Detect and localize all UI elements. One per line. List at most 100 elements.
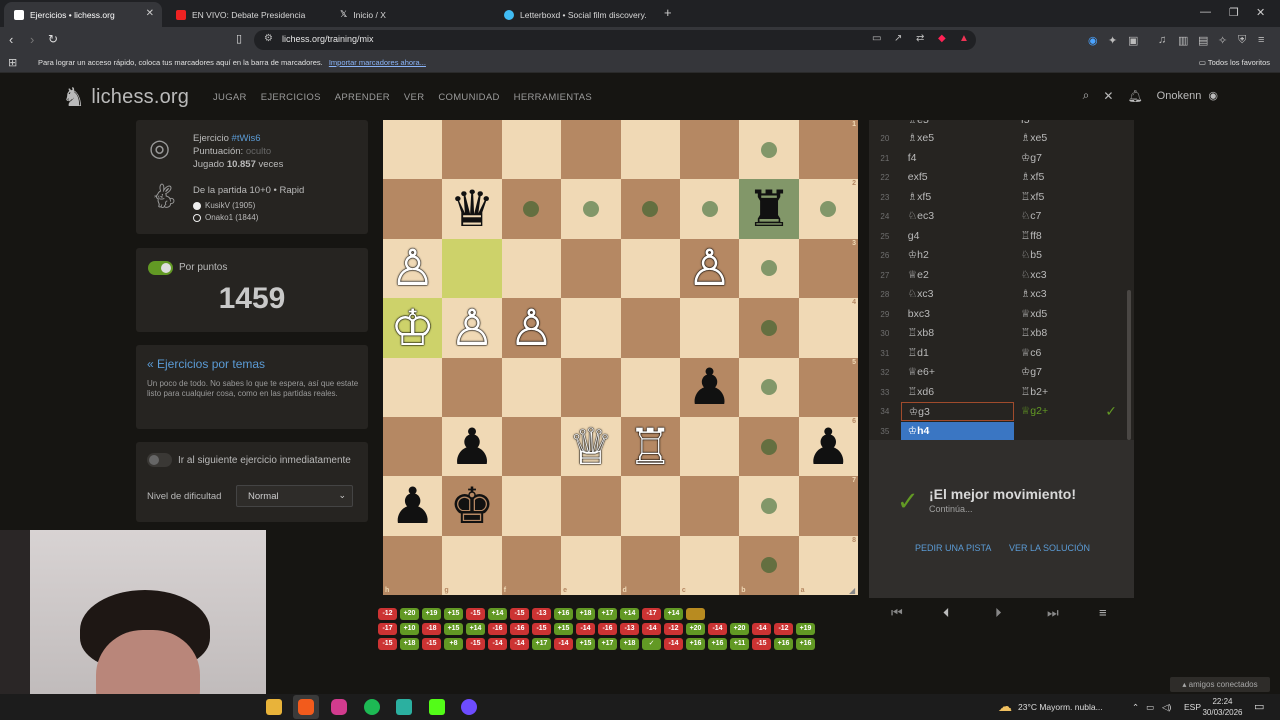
move-destination-dot[interactable] — [760, 379, 777, 396]
white-move[interactable]: f4 — [901, 149, 1014, 168]
square-c1[interactable] — [679, 120, 740, 180]
move-destination-dot[interactable] — [582, 201, 599, 218]
history-chip[interactable]: +19 — [796, 623, 815, 635]
square-c8[interactable]: c — [679, 535, 740, 595]
cast-icon[interactable]: ▭ — [872, 33, 881, 44]
reload-icon[interactable]: ↻ — [48, 32, 58, 46]
square-h5[interactable] — [383, 357, 443, 417]
black-move[interactable]: ♗xc3 — [1014, 285, 1127, 304]
white-move[interactable]: ♖xb8 — [901, 324, 1014, 343]
square-d2[interactable] — [620, 179, 680, 239]
omnibox[interactable]: ⚙ lichess.org/training/mix ▭ ↗ ⇄ ◆ ▲ — [254, 30, 976, 50]
puzzle-id-link[interactable]: #tWis6 — [232, 133, 261, 144]
screenshot-icon[interactable]: ▣ — [1128, 34, 1138, 47]
square-d3[interactable] — [620, 238, 680, 299]
white-pawn-icon[interactable]: ♙ — [390, 243, 435, 293]
white-king-icon[interactable]: ♔ — [390, 303, 435, 353]
white-move[interactable]: ♗xf5 — [901, 188, 1014, 207]
history-chip[interactable]: -14 — [708, 623, 727, 635]
history-chip[interactable]: ✓ — [642, 638, 661, 650]
hamburger-menu-icon[interactable]: ≡ — [1099, 605, 1107, 620]
history-chip[interactable]: -14 — [510, 638, 529, 650]
friends-online[interactable]: ▴ amigos conectados — [1170, 677, 1270, 692]
spotify-icon[interactable] — [364, 699, 380, 715]
app-icon[interactable] — [461, 699, 477, 715]
history-chip[interactable]: -14 — [576, 623, 595, 635]
chess-board[interactable]: 1 ♛ ♜ 2 ♙ ♙ 3 ♔ ♙ ♙ 4 ♟ 5 ♟ ♕ ♖ ♟ 6 ♟ ♚ 7 h g f e d c b 8 a — [383, 120, 858, 595]
white-move[interactable]: ♘ec3 — [901, 207, 1014, 226]
square-b5[interactable] — [739, 357, 799, 417]
back-icon[interactable]: ‹ — [9, 32, 13, 47]
square-f4[interactable]: ♙ — [501, 298, 562, 358]
white-move[interactable]: bxc3 — [901, 305, 1014, 324]
wallet-icon[interactable]: ▤ — [1198, 34, 1208, 47]
history-chip[interactable]: -12 — [378, 608, 397, 620]
history-chip[interactable]: -16 — [510, 623, 529, 635]
notifications-icon[interactable]: 🔔︎ — [1127, 89, 1142, 103]
history-chip[interactable]: -15 — [532, 623, 551, 635]
menu-icon[interactable]: ≡ — [1258, 34, 1264, 46]
bookmark-icon[interactable]: ▯ — [236, 32, 242, 45]
nav-ver[interactable]: VER — [404, 92, 424, 103]
maximize-icon[interactable]: ❐ — [1229, 6, 1239, 19]
network-icon[interactable]: ▭ — [1146, 702, 1154, 713]
square-b3[interactable] — [739, 238, 799, 299]
square-h1[interactable] — [383, 120, 443, 180]
history-chip[interactable]: -14 — [664, 638, 683, 650]
move-destination-dot[interactable] — [820, 201, 837, 218]
leo-icon[interactable]: ✧ — [1218, 34, 1227, 47]
square-a3[interactable]: 3 — [798, 238, 858, 299]
move-destination-dot[interactable] — [701, 201, 718, 218]
history-chip[interactable]: -16 — [598, 623, 617, 635]
black-move[interactable]: ♗xf5 — [1014, 168, 1127, 187]
last-move-icon[interactable]: ⏭ — [1047, 605, 1059, 621]
move-list-scrollbar[interactable] — [1127, 290, 1131, 440]
square-h6[interactable] — [383, 416, 443, 477]
white-queen-icon[interactable]: ♕ — [568, 422, 613, 472]
move-destination-dot[interactable] — [760, 557, 777, 574]
square-a6[interactable]: ♟ 6 — [798, 416, 858, 477]
volume-icon[interactable]: ◁) — [1162, 702, 1171, 713]
resize-handle-icon[interactable]: ◢ — [849, 586, 855, 595]
next-move-icon[interactable]: ⏵ — [995, 605, 1002, 621]
square-h3[interactable]: ♙ — [383, 238, 443, 299]
square-h2[interactable] — [383, 179, 443, 239]
history-chip[interactable]: +10 — [400, 623, 419, 635]
history-chip[interactable]: +16 — [796, 638, 815, 650]
themes-link[interactable]: « Ejercicios por temas — [147, 357, 265, 371]
move-destination-dot[interactable] — [760, 141, 777, 158]
black-pawn-icon[interactable]: ♟ — [806, 422, 851, 472]
history-chip[interactable]: +20 — [686, 623, 705, 635]
black-pawn-icon[interactable]: ♟ — [687, 362, 732, 412]
history-chip[interactable]: -14 — [488, 638, 507, 650]
history-chip[interactable]: +14 — [488, 608, 507, 620]
history-chip[interactable]: -14 — [554, 638, 573, 650]
clock[interactable]: 22:24 30/03/2026 — [1200, 696, 1245, 718]
game-source[interactable]: De la partida 10+0 • Rapid — [193, 185, 304, 197]
black-move[interactable]: ♖xf5 — [1014, 188, 1127, 207]
history-chip[interactable]: +14 — [620, 608, 639, 620]
square-e5[interactable] — [561, 357, 621, 417]
square-e6[interactable]: ♕ — [561, 416, 621, 477]
history-chip[interactable]: +17 — [598, 638, 617, 650]
square-e2[interactable] — [561, 179, 621, 239]
square-b8[interactable]: b — [739, 535, 799, 595]
history-chip[interactable]: +14 — [664, 608, 683, 620]
apps-grid-icon[interactable]: ⊞ — [8, 56, 17, 69]
history-chip[interactable]: -15 — [422, 638, 441, 650]
black-move[interactable]: ♖b2+ — [1014, 383, 1127, 402]
white-move[interactable]: ♕e2 — [901, 266, 1014, 285]
square-d8[interactable]: d — [620, 535, 680, 595]
history-chip[interactable]: -15 — [752, 638, 771, 650]
square-e4[interactable] — [561, 298, 621, 358]
white-move[interactable]: ♔h4 — [900, 421, 1014, 440]
square-c5[interactable]: ♟ — [679, 357, 740, 417]
nav-comunidad[interactable]: COMUNIDAD — [438, 92, 499, 103]
square-e1[interactable] — [561, 120, 621, 180]
site-logo[interactable]: ♞ lichess.org — [62, 82, 189, 113]
history-chip[interactable]: -12 — [774, 623, 793, 635]
square-e3[interactable] — [561, 238, 621, 299]
difficulty-select[interactable]: Normal ⌄ — [236, 485, 353, 507]
history-chip[interactable]: -14 — [642, 623, 661, 635]
black-move[interactable] — [1014, 422, 1127, 440]
